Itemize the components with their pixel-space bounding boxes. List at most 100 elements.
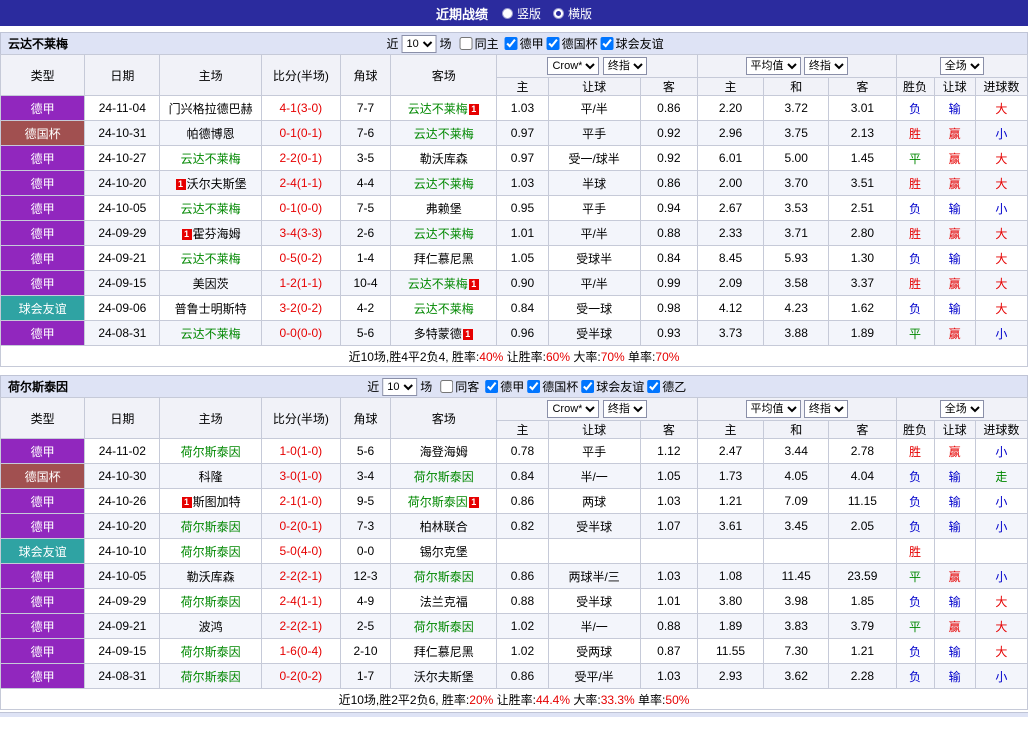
- league-checkbox[interactable]: [546, 37, 560, 50]
- bookmaker-select[interactable]: Crow*: [547, 400, 600, 418]
- score-cell[interactable]: 2-4(1-1): [260, 588, 341, 614]
- score-cell[interactable]: 5-0(4-0): [260, 538, 341, 564]
- score-cell[interactable]: 1-0(1-0): [260, 438, 341, 464]
- bookmaker-select[interactable]: Crow*: [547, 57, 600, 75]
- league-filter[interactable]: 球会友谊: [600, 35, 664, 52]
- final-index-select-2[interactable]: 终指: [803, 57, 848, 75]
- average-select[interactable]: 平均值: [745, 400, 801, 418]
- team-link[interactable]: 云达不莱梅: [408, 277, 468, 291]
- team-link[interactable]: 勒沃库森: [420, 152, 468, 166]
- average-select[interactable]: 平均值: [745, 57, 801, 75]
- team-link[interactable]: 波鸿: [199, 620, 223, 634]
- team-link[interactable]: 荷尔斯泰因: [408, 495, 468, 509]
- score-cell[interactable]: 1-2(1-1): [260, 270, 341, 296]
- team-link[interactable]: 云达不莱梅: [181, 202, 241, 216]
- team-link[interactable]: 海登海姆: [420, 445, 468, 459]
- score-cell[interactable]: 3-0(1-0): [260, 463, 341, 489]
- corners-cell: 4-4: [339, 170, 392, 196]
- team-link[interactable]: 锡尔克堡: [420, 545, 468, 559]
- team-link[interactable]: 拜仁慕尼黑: [414, 252, 474, 266]
- same-venue-filter[interactable]: 同客: [440, 378, 479, 395]
- score-cell[interactable]: 0-0(0-0): [260, 320, 341, 346]
- team-link[interactable]: 弗赖堡: [426, 202, 462, 216]
- team-link[interactable]: 云达不莱梅: [408, 102, 468, 116]
- team-link[interactable]: 科隆: [199, 470, 223, 484]
- layout-radio[interactable]: 横版: [553, 5, 592, 22]
- league-filter[interactable]: 德国杯: [546, 35, 598, 52]
- full-match-select[interactable]: 全场: [939, 400, 984, 418]
- league-filter[interactable]: 球会友谊: [581, 378, 644, 395]
- final-index-select-2[interactable]: 终指: [803, 400, 848, 418]
- league-checkbox[interactable]: [581, 380, 595, 393]
- score-cell[interactable]: 4-1(3-0): [260, 95, 341, 121]
- match-count-select[interactable]: 10: [382, 377, 418, 396]
- team-link[interactable]: 荷尔斯泰因: [181, 595, 241, 609]
- team-link[interactable]: 云达不莱梅: [414, 127, 474, 141]
- team-link[interactable]: 荷尔斯泰因: [181, 670, 241, 684]
- score-cell[interactable]: 0-2(0-2): [260, 663, 341, 689]
- team-link[interactable]: 云达不莱梅: [414, 227, 474, 241]
- team-link[interactable]: 霍芬海姆: [193, 227, 241, 241]
- team-link[interactable]: 荷尔斯泰因: [181, 645, 241, 659]
- col-avg-draw: 和: [763, 77, 830, 96]
- score-cell[interactable]: 3-2(0-2): [260, 295, 341, 321]
- team-link[interactable]: 荷尔斯泰因: [414, 620, 474, 634]
- team-link[interactable]: 荷尔斯泰因: [181, 520, 241, 534]
- same-venue-checkbox[interactable]: [459, 37, 473, 50]
- odds-cell: 7.30: [763, 638, 830, 664]
- team-link[interactable]: 荷尔斯泰因: [414, 470, 474, 484]
- team-link[interactable]: 云达不莱梅: [414, 302, 474, 316]
- team-link[interactable]: 门兴格拉德巴赫: [169, 102, 253, 116]
- score-cell[interactable]: 2-2(2-1): [260, 563, 341, 589]
- league-checkbox[interactable]: [600, 37, 614, 50]
- team-link[interactable]: 勒沃库森: [187, 570, 235, 584]
- score-cell[interactable]: 2-2(0-1): [260, 145, 341, 171]
- score-cell[interactable]: 0-5(0-2): [260, 245, 341, 271]
- league-checkbox[interactable]: [527, 380, 541, 393]
- team-link[interactable]: 拜仁慕尼黑: [414, 645, 474, 659]
- score-cell[interactable]: 2-2(2-1): [260, 613, 341, 639]
- team-link[interactable]: 荷尔斯泰因: [181, 445, 241, 459]
- league-filter[interactable]: 德国杯: [527, 378, 578, 395]
- team-link[interactable]: 荷尔斯泰因: [181, 545, 241, 559]
- team-link[interactable]: 美因茨: [193, 277, 229, 291]
- score-cell[interactable]: 1-6(0-4): [260, 638, 341, 664]
- team-link[interactable]: 荷尔斯泰因: [414, 570, 474, 584]
- team-link[interactable]: 普鲁士明斯特: [175, 302, 247, 316]
- summary-part: 近10场,胜4平2负4, 胜率:: [348, 349, 480, 364]
- same-venue-filter[interactable]: 同主: [459, 35, 499, 52]
- score-cell[interactable]: 3-4(3-3): [260, 220, 341, 246]
- final-index-select[interactable]: 终指: [602, 57, 647, 75]
- team-link[interactable]: 法兰克福: [420, 595, 468, 609]
- team-link[interactable]: 云达不莱梅: [181, 327, 241, 341]
- league-checkbox[interactable]: [485, 380, 499, 393]
- team-link[interactable]: 沃尔夫斯堡: [187, 177, 247, 191]
- score-cell[interactable]: 0-2(0-1): [260, 513, 341, 539]
- match-count-select[interactable]: 10: [401, 34, 437, 53]
- league-filter[interactable]: 德甲: [485, 378, 524, 395]
- team-link[interactable]: 云达不莱梅: [181, 152, 241, 166]
- league-filter[interactable]: 德乙: [647, 378, 686, 395]
- same-venue-checkbox[interactable]: [440, 380, 454, 393]
- league-filter[interactable]: 德甲: [504, 35, 544, 52]
- result-cell: 输: [933, 638, 976, 664]
- team-name[interactable]: 荷尔斯泰因: [1, 378, 68, 395]
- score-cell[interactable]: 0-1(0-1): [260, 120, 341, 146]
- team-link[interactable]: 斯图加特: [193, 495, 241, 509]
- league-checkbox[interactable]: [504, 37, 518, 50]
- layout-radio[interactable]: 竖版: [501, 5, 541, 22]
- col-avg-away: 客: [828, 77, 897, 96]
- team-link[interactable]: 云达不莱梅: [181, 252, 241, 266]
- full-match-select[interactable]: 全场: [939, 57, 984, 75]
- score-cell[interactable]: 2-1(1-0): [260, 488, 341, 514]
- team-link[interactable]: 柏林联合: [420, 520, 468, 534]
- team-link[interactable]: 多特蒙德: [414, 327, 462, 341]
- score-cell[interactable]: 2-4(1-1): [260, 170, 341, 196]
- team-name[interactable]: 云达不莱梅: [1, 35, 68, 52]
- team-link[interactable]: 云达不莱梅: [414, 177, 474, 191]
- team-link[interactable]: 帕德博恩: [187, 127, 235, 141]
- final-index-select[interactable]: 终指: [602, 400, 647, 418]
- league-checkbox[interactable]: [647, 380, 661, 393]
- team-link[interactable]: 沃尔夫斯堡: [414, 670, 474, 684]
- score-cell[interactable]: 0-1(0-0): [260, 195, 341, 221]
